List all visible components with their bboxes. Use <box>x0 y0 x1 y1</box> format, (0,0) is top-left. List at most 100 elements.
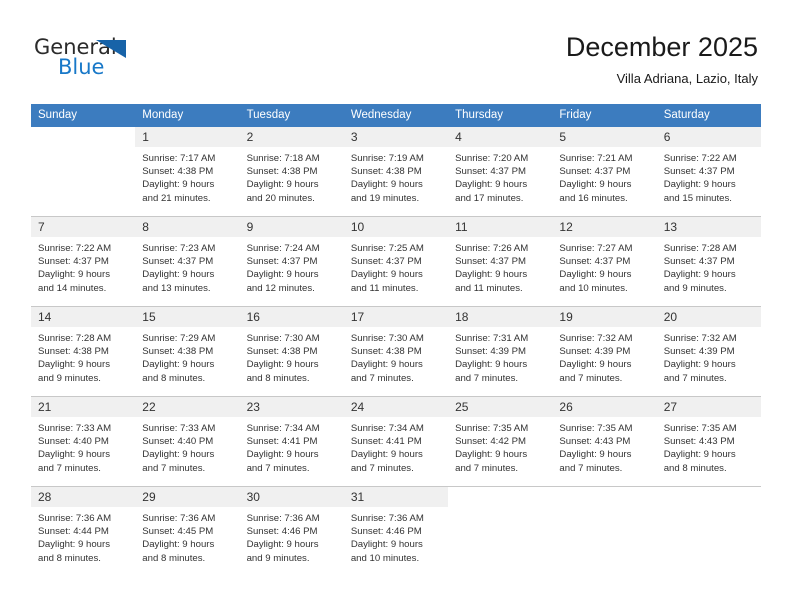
day-details: Sunrise: 7:24 AM Sunset: 4:37 PM Dayligh… <box>240 237 344 295</box>
sunrise-text: Sunrise: 7:23 AM <box>142 243 216 254</box>
calendar-header-row: Sunday Monday Tuesday Wednesday Thursday… <box>31 104 761 127</box>
daylight-text-line1: Daylight: 9 hours <box>38 539 110 551</box>
day-details: Sunrise: 7:35 AM Sunset: 4:43 PM Dayligh… <box>552 417 656 475</box>
calendar-day-cell[interactable]: 5 Sunrise: 7:21 AM Sunset: 4:37 PM Dayli… <box>552 126 657 217</box>
daylight-text-line1: Daylight: 9 hours <box>38 359 110 371</box>
calendar-day-cell[interactable]: 20 Sunrise: 7:32 AM Sunset: 4:39 PM Dayl… <box>656 306 761 397</box>
daylight-text-line2: and 8 minutes. <box>142 552 206 564</box>
daylight-text-line1: Daylight: 9 hours <box>350 179 423 191</box>
calendar-day-cell[interactable]: 2 Sunrise: 7:18 AM Sunset: 4:38 PM Dayli… <box>239 126 344 217</box>
daylight-text-line2: and 8 minutes. <box>663 462 727 474</box>
calendar-day-cell[interactable]: 10 Sunrise: 7:25 AM Sunset: 4:37 PM Dayl… <box>343 216 449 307</box>
daylight-text-line1: Daylight: 9 hours <box>559 449 632 461</box>
day-number: 30 <box>239 487 344 507</box>
calendar-day-cell[interactable]: 26 Sunrise: 7:35 AM Sunset: 4:43 PM Dayl… <box>552 396 657 487</box>
sunset-text: Sunset: 4:43 PM <box>559 436 631 448</box>
calendar-day-cell[interactable]: 4 Sunrise: 7:20 AM Sunset: 4:37 PM Dayli… <box>448 126 553 217</box>
day-details: Sunrise: 7:29 AM Sunset: 4:38 PM Dayligh… <box>135 327 239 385</box>
calendar-day-cell[interactable]: 15 Sunrise: 7:29 AM Sunset: 4:38 PM Dayl… <box>135 306 240 397</box>
sunset-text: Sunset: 4:46 PM <box>246 526 318 538</box>
generalblue-logo[interactable]: General Blue <box>34 36 214 88</box>
weekday-header-thursday: Thursday <box>448 104 553 127</box>
calendar-day-cell <box>448 486 553 576</box>
calendar-day-cell[interactable]: 9 Sunrise: 7:24 AM Sunset: 4:37 PM Dayli… <box>239 216 344 307</box>
calendar-day-cell[interactable]: 28 Sunrise: 7:36 AM Sunset: 4:44 PM Dayl… <box>31 486 136 576</box>
daylight-text-line2: and 7 minutes. <box>350 462 414 474</box>
sunset-text: Sunset: 4:38 PM <box>350 346 422 358</box>
weekday-header-tuesday: Tuesday <box>239 104 344 127</box>
daylight-text-line1: Daylight: 9 hours <box>350 449 423 461</box>
calendar-week-row: 7 Sunrise: 7:22 AM Sunset: 4:37 PM Dayli… <box>31 216 761 307</box>
sunset-text: Sunset: 4:38 PM <box>246 346 318 358</box>
sunrise-text: Sunrise: 7:18 AM <box>246 153 320 164</box>
sunrise-text: Sunrise: 7:33 AM <box>38 423 112 434</box>
sunrise-text: Sunrise: 7:34 AM <box>350 423 424 434</box>
day-number: 4 <box>448 127 553 147</box>
calendar-day-cell[interactable]: 29 Sunrise: 7:36 AM Sunset: 4:45 PM Dayl… <box>135 486 240 576</box>
calendar-day-cell[interactable]: 17 Sunrise: 7:30 AM Sunset: 4:38 PM Dayl… <box>343 306 449 397</box>
calendar-day-cell[interactable]: 1 Sunrise: 7:17 AM Sunset: 4:38 PM Dayli… <box>135 126 240 217</box>
daylight-text-line1: Daylight: 9 hours <box>142 539 215 551</box>
calendar-day-cell[interactable]: 23 Sunrise: 7:34 AM Sunset: 4:41 PM Dayl… <box>239 396 344 487</box>
daylight-text-line1: Daylight: 9 hours <box>246 269 319 281</box>
daylight-text-line1: Daylight: 9 hours <box>663 179 736 191</box>
sunset-text: Sunset: 4:41 PM <box>350 436 422 448</box>
daylight-text-line1: Daylight: 9 hours <box>663 269 736 281</box>
daylight-text-line1: Daylight: 9 hours <box>663 449 736 461</box>
calendar-day-cell[interactable]: 11 Sunrise: 7:26 AM Sunset: 4:37 PM Dayl… <box>448 216 553 307</box>
calendar-day-cell[interactable]: 14 Sunrise: 7:28 AM Sunset: 4:38 PM Dayl… <box>31 306 136 397</box>
page-title: December 2025 <box>565 32 758 62</box>
calendar-day-cell[interactable]: 24 Sunrise: 7:34 AM Sunset: 4:41 PM Dayl… <box>343 396 449 487</box>
sunset-text: Sunset: 4:37 PM <box>350 256 422 268</box>
day-details <box>31 147 135 152</box>
daylight-text-line2: and 7 minutes. <box>142 462 206 474</box>
sunrise-text: Sunrise: 7:22 AM <box>38 243 112 254</box>
sunset-text: Sunset: 4:37 PM <box>663 256 735 268</box>
calendar-day-cell[interactable]: 31 Sunrise: 7:36 AM Sunset: 4:46 PM Dayl… <box>343 486 449 576</box>
daylight-text-line2: and 13 minutes. <box>142 282 211 294</box>
sunrise-text: Sunrise: 7:36 AM <box>246 513 320 524</box>
calendar-day-cell[interactable]: 8 Sunrise: 7:23 AM Sunset: 4:37 PM Dayli… <box>135 216 240 307</box>
day-number: 17 <box>343 307 449 327</box>
calendar-day-cell[interactable]: 16 Sunrise: 7:30 AM Sunset: 4:38 PM Dayl… <box>239 306 344 397</box>
sunset-text: Sunset: 4:45 PM <box>142 526 214 538</box>
day-number: 10 <box>343 217 449 237</box>
calendar-day-cell[interactable]: 19 Sunrise: 7:32 AM Sunset: 4:39 PM Dayl… <box>552 306 657 397</box>
weekday-header-wednesday: Wednesday <box>343 104 449 127</box>
calendar-week-row: 1 Sunrise: 7:17 AM Sunset: 4:38 PM Dayli… <box>31 126 761 217</box>
calendar-day-cell[interactable]: 13 Sunrise: 7:28 AM Sunset: 4:37 PM Dayl… <box>656 216 761 307</box>
day-details: Sunrise: 7:33 AM Sunset: 4:40 PM Dayligh… <box>31 417 135 475</box>
day-details: Sunrise: 7:32 AM Sunset: 4:39 PM Dayligh… <box>657 327 761 385</box>
daylight-text-line1: Daylight: 9 hours <box>455 449 528 461</box>
day-details: Sunrise: 7:23 AM Sunset: 4:37 PM Dayligh… <box>135 237 239 295</box>
calendar-day-cell[interactable]: 7 Sunrise: 7:22 AM Sunset: 4:37 PM Dayli… <box>31 216 136 307</box>
calendar-day-cell[interactable]: 12 Sunrise: 7:27 AM Sunset: 4:37 PM Dayl… <box>552 216 657 307</box>
calendar-day-cell[interactable]: 3 Sunrise: 7:19 AM Sunset: 4:38 PM Dayli… <box>343 126 449 217</box>
day-details: Sunrise: 7:28 AM Sunset: 4:38 PM Dayligh… <box>31 327 135 385</box>
calendar-week-row: 14 Sunrise: 7:28 AM Sunset: 4:38 PM Dayl… <box>31 306 761 397</box>
daylight-text-line1: Daylight: 9 hours <box>455 359 528 371</box>
calendar-day-cell[interactable]: 27 Sunrise: 7:35 AM Sunset: 4:43 PM Dayl… <box>656 396 761 487</box>
sunset-text: Sunset: 4:37 PM <box>455 166 527 178</box>
sunset-text: Sunset: 4:43 PM <box>663 436 735 448</box>
day-number: 31 <box>343 487 449 507</box>
calendar-day-cell[interactable]: 18 Sunrise: 7:31 AM Sunset: 4:39 PM Dayl… <box>448 306 553 397</box>
daylight-text-line1: Daylight: 9 hours <box>142 449 215 461</box>
calendar-day-cell[interactable]: 6 Sunrise: 7:22 AM Sunset: 4:37 PM Dayli… <box>656 126 761 217</box>
weekday-header-friday: Friday <box>552 104 657 127</box>
day-number: 21 <box>31 397 136 417</box>
calendar-day-cell[interactable]: 21 Sunrise: 7:33 AM Sunset: 4:40 PM Dayl… <box>31 396 136 487</box>
day-number: 29 <box>135 487 240 507</box>
day-details: Sunrise: 7:28 AM Sunset: 4:37 PM Dayligh… <box>657 237 761 295</box>
day-details: Sunrise: 7:20 AM Sunset: 4:37 PM Dayligh… <box>448 147 552 205</box>
day-number: 11 <box>448 217 553 237</box>
sunset-text: Sunset: 4:44 PM <box>38 526 109 538</box>
daylight-text-line1: Daylight: 9 hours <box>559 179 632 191</box>
day-details: Sunrise: 7:33 AM Sunset: 4:40 PM Dayligh… <box>135 417 239 475</box>
calendar-day-cell[interactable]: 25 Sunrise: 7:35 AM Sunset: 4:42 PM Dayl… <box>448 396 553 487</box>
calendar-day-cell[interactable]: 30 Sunrise: 7:36 AM Sunset: 4:46 PM Dayl… <box>239 486 344 576</box>
day-details: Sunrise: 7:22 AM Sunset: 4:37 PM Dayligh… <box>657 147 761 205</box>
sunrise-text: Sunrise: 7:26 AM <box>455 243 529 254</box>
weekday-header-saturday: Saturday <box>656 104 761 127</box>
calendar-day-cell[interactable]: 22 Sunrise: 7:33 AM Sunset: 4:40 PM Dayl… <box>135 396 240 487</box>
